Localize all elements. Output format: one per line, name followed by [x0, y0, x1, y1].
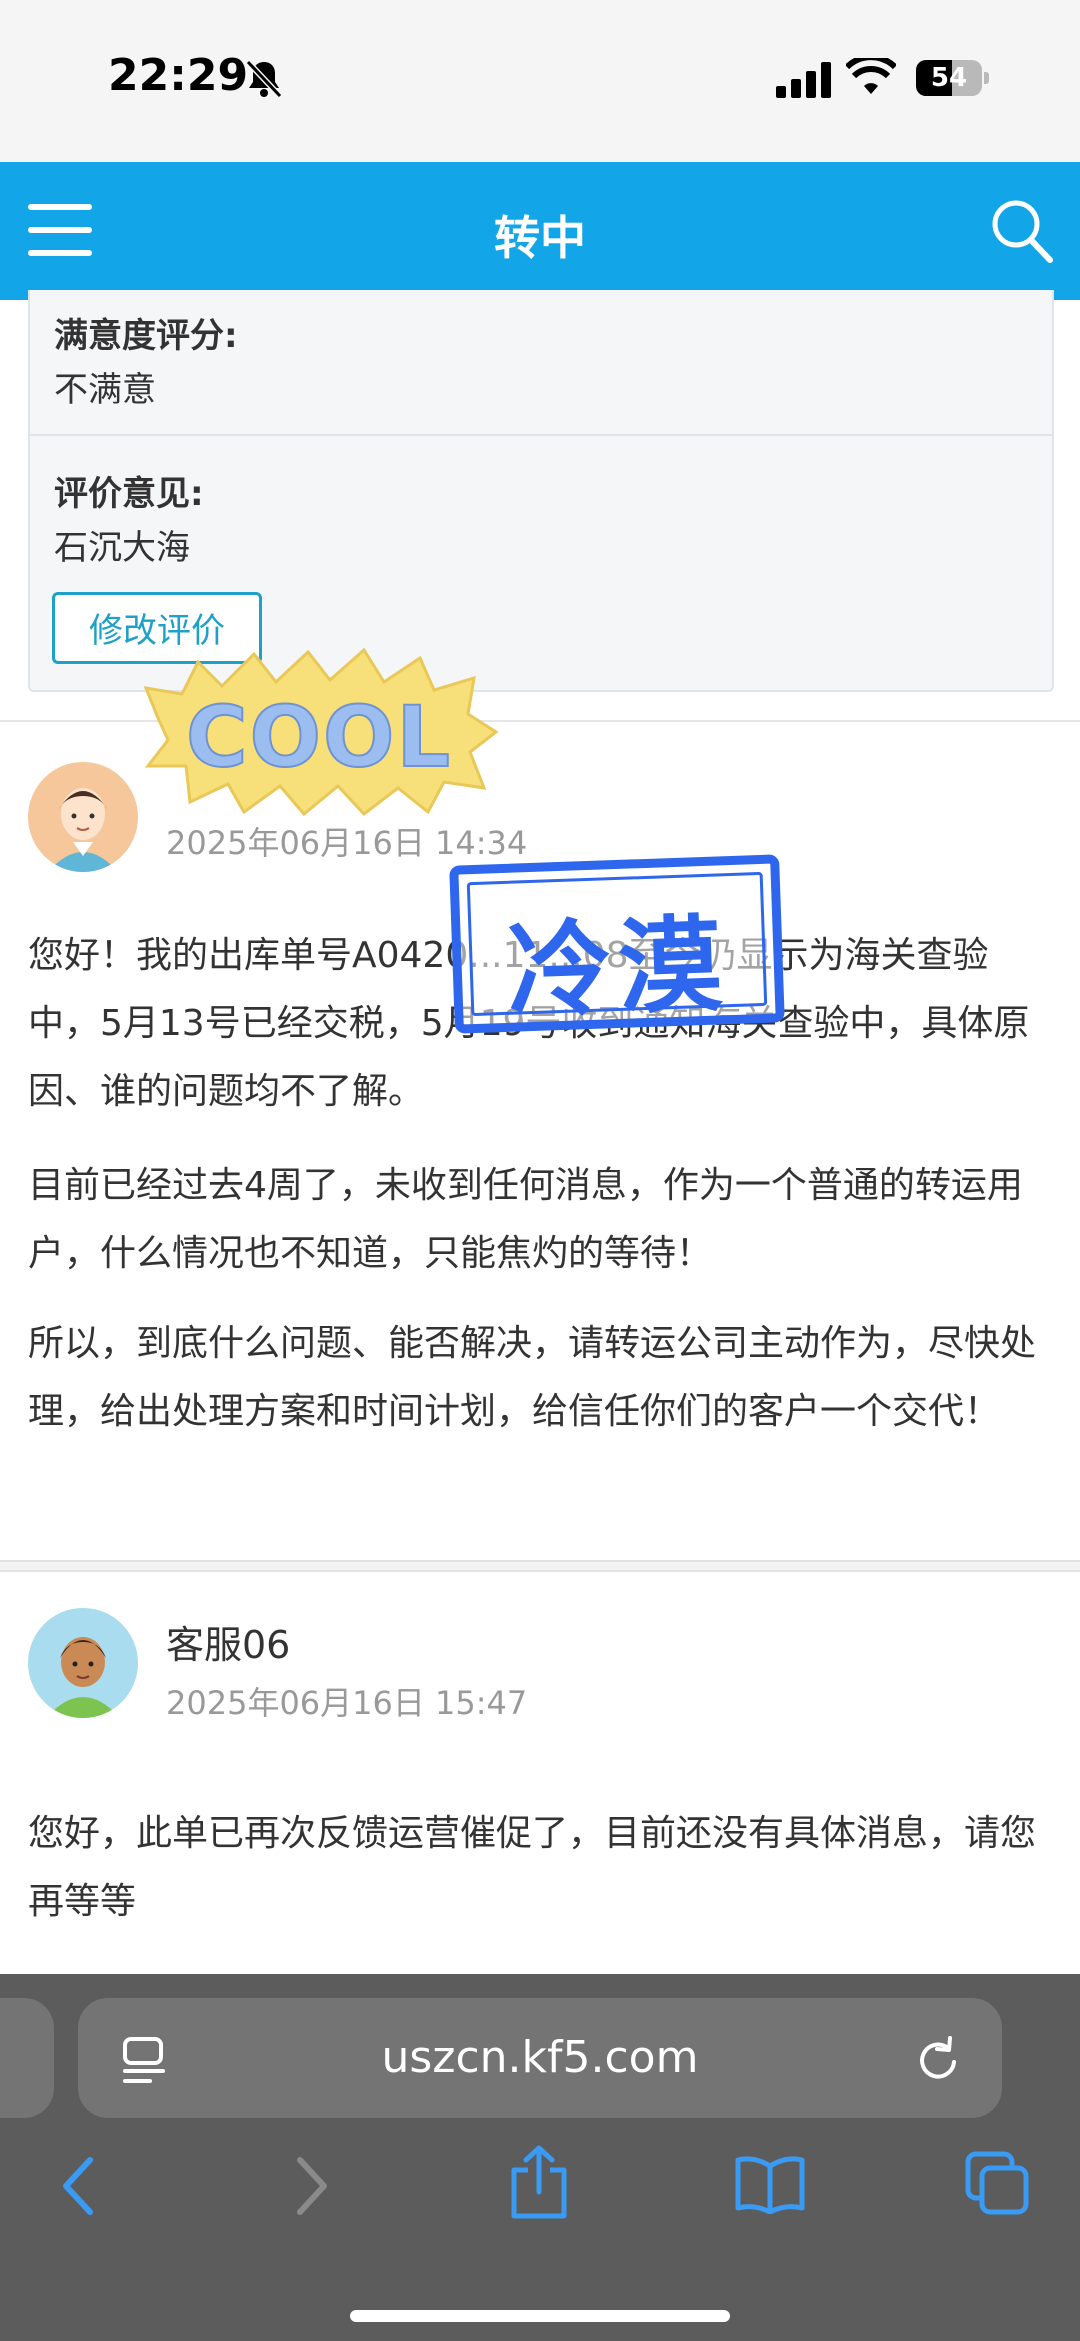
message-paragraph: 目前已经过去4周了，未收到任何消息，作为一个普通的转运用户，什么情况也不知道，只…: [28, 1165, 1023, 1274]
avatar: [28, 1608, 138, 1718]
comment-value: 石沉大海: [54, 528, 190, 568]
message-date: 2025年06月16日 14:34: [166, 824, 528, 862]
previous-tab-preview[interactable]: [0, 1998, 54, 2118]
stamp-sticker: 冷漠: [449, 854, 785, 1034]
home-indicator: [350, 2310, 730, 2322]
satisfaction-value: 不满意: [54, 370, 156, 410]
page-title: 转中: [494, 211, 586, 265]
message-paragraph: 您好，此单已再次反馈运营催促了，目前还没有具体消息，请您再等等: [28, 1813, 1037, 1922]
nav-bar: 转中: [0, 162, 1080, 300]
battery-icon: 54: [916, 60, 982, 96]
message-date: 2025年06月16日 15:47: [166, 1684, 528, 1722]
comment-label: 评价意见:: [54, 474, 204, 514]
share-icon[interactable]: [506, 2144, 572, 2220]
wifi-icon: [846, 58, 896, 94]
stamp-text: 冷漠: [505, 903, 730, 1033]
address-bar[interactable]: uszcn.kf5.com: [78, 1998, 1002, 2118]
author-name: 客服06: [166, 1623, 291, 1667]
tabs-icon[interactable]: [964, 2150, 1030, 2216]
message-paragraph: 所以，到底什么问题、能否解决，请转运公司主动作为，尽快处理，给出处理方案和时间计…: [28, 1323, 1037, 1432]
search-icon[interactable]: [990, 198, 1054, 264]
bell-slash-icon: [245, 59, 283, 99]
url-text: uszcn.kf5.com: [381, 2032, 699, 2083]
card-divider: [30, 434, 1052, 436]
status-bar: 22:29 54: [0, 0, 1080, 162]
browser-toolbar: uszcn.kf5.com: [0, 1974, 1080, 2341]
cool-sticker-text: COOL: [186, 688, 452, 786]
status-time: 22:29: [108, 50, 249, 101]
battery-level: 54: [930, 63, 968, 93]
cool-sticker: COOL: [143, 648, 499, 817]
satisfaction-label: 满意度评分:: [54, 316, 238, 356]
forward-icon[interactable]: [292, 2156, 332, 2216]
reload-icon[interactable]: [914, 2036, 962, 2084]
bookmarks-icon[interactable]: [734, 2154, 806, 2214]
avatar: [28, 762, 138, 872]
back-icon[interactable]: [58, 2156, 98, 2216]
rating-card: 满意度评分: 不满意 评价意见: 石沉大海 修改评价: [28, 290, 1054, 692]
cellular-signal-icon: [776, 62, 832, 98]
message-separator: [0, 1560, 1080, 1572]
